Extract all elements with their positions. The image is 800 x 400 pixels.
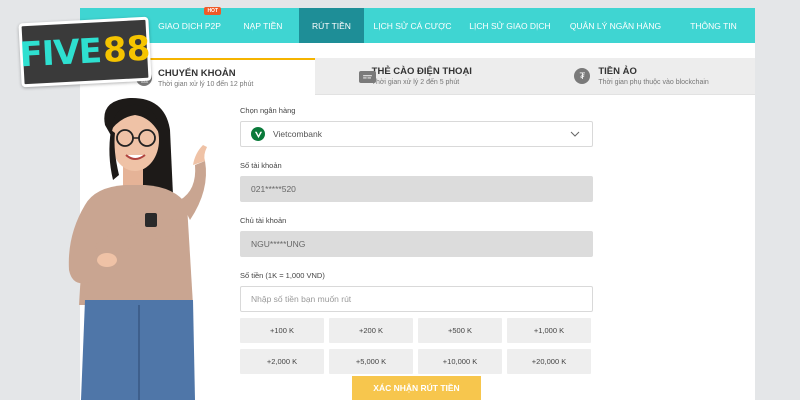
nav-item-label: THÔNG TIN [690,20,737,31]
quick-amount-grid: +100 K +200 K +500 K +1,000 K +2,000 K +5,000… [240,318,593,374]
nav-item-label: NẠP TIỀN [243,20,283,31]
amount-placeholder: Nhập số tiền bạn muốn rút [251,294,352,304]
logo-text-88: 88 [101,28,152,72]
quick-amount-button[interactable]: +200 K [329,318,413,343]
nav-item-label: GIAO DỊCH P2P [158,20,221,31]
crypto-coin-icon: ₮ [574,68,591,84]
tab-subtitle: Thời gian xử lý 2 đến 5 phút [371,79,460,86]
top-navigation: KHOẢNGIAO DỊCH P2PHOTNẠP TIỀNRÚT TIỀNLỊC… [80,7,755,43]
nav-item-3[interactable]: RÚT TIỀN [299,8,364,43]
tab-title: CHUYỂN KHOẢN [158,67,236,79]
nav-item-label: LỊCH SỬ GIAO DỊCH [469,20,551,31]
vietcombank-logo-icon [251,127,265,141]
quick-amount-button[interactable]: +1,000 K [507,318,591,343]
tab-phone-card[interactable]: THẺ CÀO ĐIỆN THOẠI Thời gian xử lý 2 đến… [314,58,529,95]
nav-item-label: QUẢN LÝ NGÂN HÀNG [569,20,662,31]
quick-amount-button[interactable]: +10,000 K [418,349,502,374]
nav-item-7[interactable]: THÔNG TIN [672,8,755,43]
bank-select-label: Chọn ngân hàng [240,106,296,115]
nav-item-6[interactable]: QUẢN LÝ NGÂN HÀNG [559,8,672,43]
nav-item-label: RÚT TIỀN [312,20,351,31]
nav-item-label: LỊCH SỬ CÁ CƯỢC [373,20,452,31]
nav-item-4[interactable]: LỊCH SỬ CÁ CƯỢC [364,8,461,43]
tab-subtitle: Thời gian xử lý 10 đến 12 phút [158,80,254,88]
confirm-withdraw-button[interactable]: XÁC NHẬN RÚT TIỀN [352,376,481,400]
phone-card-icon [358,71,376,83]
tab-bank-transfer[interactable]: CHUYỂN KHOẢN Thời gian xử lý 10 đến 12 p… [128,58,315,95]
account-holder-value: NGU*****UNG [251,239,306,249]
chevron-down-icon [570,131,580,137]
quick-amount-button[interactable]: +500 K [418,318,502,343]
amount-label: Số tiền (1K = 1,000 VND) [240,271,325,280]
tab-subtitle: Thời gian phụ thuộc vào blockchain [598,79,709,86]
tab-title: THẺ CÀO ĐIỆN THOẠI [371,66,472,77]
withdraw-form: Chọn ngân hàng Vietcombank Số tài khoản … [240,106,593,374]
promo-woman-image [68,97,207,400]
account-number-field: 021*****520 [240,176,593,202]
nav-item-1[interactable]: GIAO DỊCH P2P HOT [152,7,227,43]
quick-amount-button[interactable]: +100 K [240,318,324,343]
account-number-label: Số tài khoản [240,161,282,170]
bank-select[interactable]: Vietcombank [240,121,593,147]
amount-input[interactable]: Nhập số tiền bạn muốn rút [240,286,593,312]
logo-text-five: FIVE [18,31,103,76]
five88-logo: FIVE 88 [18,16,152,88]
tab-crypto[interactable]: ₮ TIỀN ẢO Thời gian phụ thuộc vào blockc… [528,58,756,95]
account-number-value: 021*****520 [251,184,296,194]
quick-amount-button[interactable]: +20,000 K [507,349,591,374]
nav-item-5[interactable]: LỊCH SỬ GIAO DỊCH [461,8,559,43]
tab-title: TIỀN ẢO [598,66,637,77]
withdraw-method-tabs: CHUYỂN KHOẢN Thời gian xử lý 10 đến 12 p… [128,58,756,95]
account-holder-field: NGU*****UNG [240,231,593,257]
quick-amount-button[interactable]: +2,000 K [240,349,324,374]
nav-item-2[interactable]: NẠP TIỀN [227,8,299,43]
quick-amount-button[interactable]: +5,000 K [329,349,413,374]
hot-badge: HOT [204,7,221,15]
account-holder-label: Chủ tài khoản [240,216,287,225]
bank-select-value: Vietcombank [273,129,322,139]
